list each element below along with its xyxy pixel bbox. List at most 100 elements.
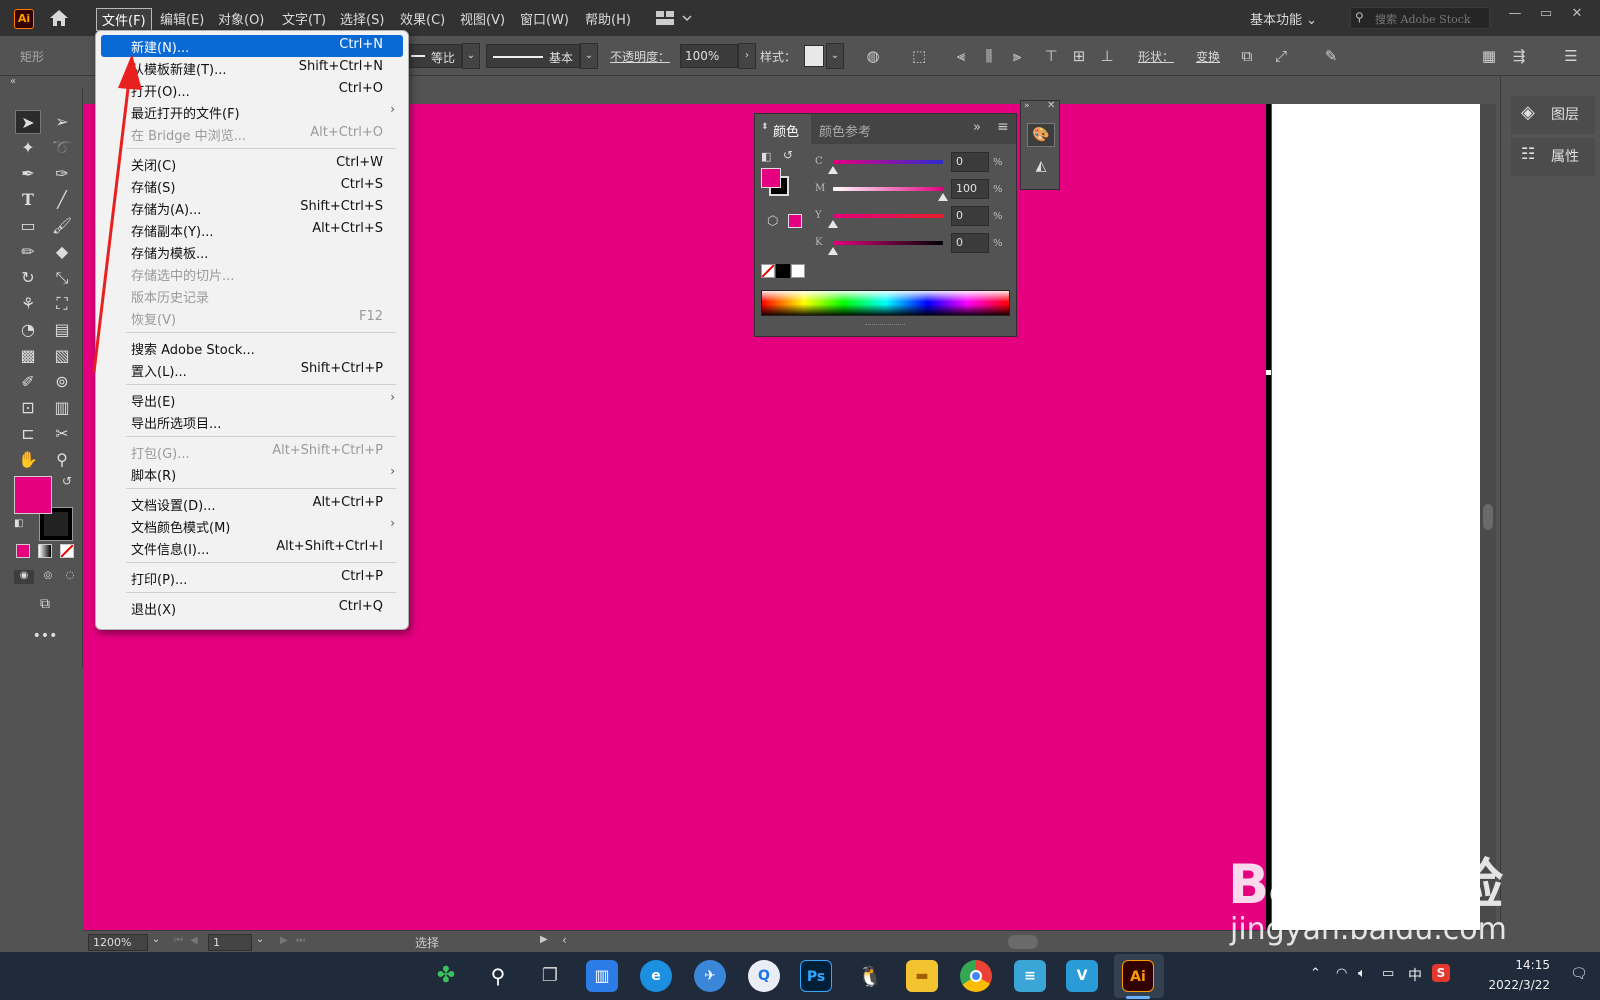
prev-artboard-icon[interactable]: ◀ — [190, 935, 198, 946]
zoom-level-input[interactable]: 1200% — [88, 934, 148, 951]
qq-icon[interactable]: 🐧 — [854, 960, 886, 992]
file-menu-item[interactable]: 导出所选项目... — [101, 411, 403, 433]
align-middle-v-icon[interactable]: ⊞ — [1068, 45, 1090, 67]
swap-fill-stroke-icon[interactable]: ↺ — [62, 474, 72, 488]
tray-chevron-icon[interactable]: ⌃ — [1310, 966, 1321, 981]
mesh-tool-icon[interactable]: ▩ — [15, 344, 41, 368]
clock-date[interactable]: 2022/3/22 — [1470, 978, 1550, 992]
slice-tool-icon[interactable]: ✂ — [49, 422, 75, 446]
file-menu-item[interactable]: 退出(X) Ctrl+Q — [101, 597, 403, 619]
direct-selection-tool-icon[interactable]: ➢ — [49, 110, 75, 134]
wifi-icon[interactable]: ◠ — [1336, 966, 1347, 981]
last-artboard-icon[interactable]: ⏭ — [296, 935, 305, 946]
file-menu-item[interactable]: 文件信息(I)... Alt+Shift+Ctrl+I — [101, 537, 403, 559]
align-center-h-icon[interactable]: ⫼ — [978, 45, 1000, 67]
ime-indicator[interactable]: 中 — [1408, 965, 1422, 985]
vertical-scrollbar[interactable] — [1480, 104, 1496, 930]
expand-icon[interactable]: ⤢ — [1270, 45, 1292, 67]
close-button[interactable]: ✕ — [1568, 6, 1586, 24]
recolor-artwork-icon[interactable]: ◍ — [862, 45, 884, 67]
arrange-icon[interactable]: ⇶ — [1508, 45, 1530, 67]
fill-color-swatch[interactable] — [14, 476, 52, 514]
slider-thumb-k[interactable] — [828, 247, 838, 255]
lasso-tool-icon[interactable]: ➰ — [49, 136, 75, 160]
gradient-tool-icon[interactable]: ▧ — [49, 344, 75, 368]
illustrator-taskbar-icon[interactable]: Ai — [1122, 960, 1154, 992]
menu-file[interactable]: 文件(F) — [96, 8, 152, 31]
tab-color-guide[interactable]: 颜色参考 — [819, 121, 871, 140]
menu-object[interactable]: 对象(O) — [218, 9, 264, 28]
menu-window[interactable]: 窗口(W) — [520, 9, 569, 28]
volume-icon[interactable]: 🔈︎ — [1358, 966, 1366, 981]
align-top-icon[interactable]: ⊤ — [1040, 45, 1062, 67]
line-tool-icon[interactable]: ╱ — [49, 188, 75, 212]
feishu-icon[interactable]: ✈ — [694, 960, 726, 992]
menu-type[interactable]: 文字(T) — [282, 9, 326, 28]
puppet-warp-icon[interactable]: ✎ — [1320, 45, 1342, 67]
notification-icon[interactable]: 🗨︎ — [1570, 966, 1588, 982]
sogou-ime-icon[interactable]: S — [1432, 964, 1450, 982]
home-icon[interactable] — [48, 8, 70, 28]
slider-thumb-y[interactable] — [828, 220, 838, 228]
align-right-icon[interactable]: ⫸ — [1006, 45, 1028, 67]
align-to-icon[interactable]: ⬚ — [908, 45, 930, 67]
opacity-label[interactable]: 不透明度： — [610, 48, 670, 65]
properties-panel-button[interactable]: ☷ 属性 — [1511, 138, 1595, 176]
menu-select[interactable]: 选择(S) — [340, 9, 384, 28]
isolate-icon[interactable]: ⧉ — [1236, 45, 1258, 67]
draw-normal-icon[interactable]: ◉ — [14, 570, 34, 584]
artboard-dropdown[interactable]: ⌄ — [252, 934, 268, 951]
stroke-profile-dropdown[interactable]: ⌄ — [462, 43, 480, 69]
file-menu-item[interactable]: 打印(P)... Ctrl+P — [101, 567, 403, 589]
zoom-dropdown[interactable]: ⌄ — [148, 934, 164, 951]
shape-builder-tool-icon[interactable]: ◔ — [15, 318, 41, 342]
browser-e-icon[interactable]: e — [640, 960, 672, 992]
file-menu-item[interactable]: 文档设置(D)... Alt+Ctrl+P — [101, 493, 403, 515]
selection-tool-icon[interactable]: ➤ — [15, 110, 41, 134]
opacity-arrow[interactable]: › — [738, 43, 756, 69]
draw-behind-icon[interactable]: ◎ — [38, 570, 58, 584]
first-artboard-icon[interactable]: ⏮ — [174, 935, 183, 946]
slider-track-m[interactable] — [833, 187, 943, 191]
panel-menu-icon[interactable]: ≡ — [997, 119, 1009, 135]
scroll-left-icon[interactable]: ‹ — [562, 933, 567, 947]
color-mode-icon[interactable] — [16, 544, 30, 558]
photoshop-icon[interactable]: Ps — [800, 960, 832, 992]
default-colors-icon[interactable]: ◧ — [761, 150, 771, 163]
slider-thumb-m[interactable] — [938, 193, 948, 201]
minimize-button[interactable]: — — [1506, 6, 1524, 24]
free-transform-tool-icon[interactable]: ⛶ — [49, 292, 75, 316]
slider-track-y[interactable] — [833, 214, 943, 218]
start-button-icon[interactable]: ✤ — [430, 960, 462, 992]
default-fill-stroke-icon[interactable]: ◧ — [14, 518, 23, 529]
shaper-tool-icon[interactable]: ✏ — [15, 240, 41, 264]
clock-time[interactable]: 14:15 — [1480, 958, 1550, 972]
shape-label[interactable]: 形状： — [1138, 48, 1174, 65]
file-menu-item[interactable]: 脚本(R) › — [101, 463, 403, 485]
menu-edit[interactable]: 编辑(E) — [160, 9, 204, 28]
menu-effect[interactable]: 效果(C) — [400, 9, 445, 28]
none-color-swatch[interactable] — [761, 264, 775, 278]
status-menu-arrow[interactable]: ▶ — [540, 934, 548, 945]
scale-tool-icon[interactable]: ⤡ — [49, 266, 75, 290]
tab-color[interactable]: ⬍ 颜色 — [755, 114, 811, 144]
none-mode-icon[interactable] — [60, 544, 74, 558]
next-artboard-icon[interactable]: ▶ — [280, 935, 288, 946]
arrange-documents-icon[interactable] — [656, 10, 696, 26]
file-menu-item[interactable]: 导出(E) › — [101, 389, 403, 411]
slider-track-k[interactable] — [833, 241, 943, 245]
task-view-icon[interactable]: ❐ — [534, 960, 566, 992]
chrome-icon[interactable] — [960, 960, 992, 992]
expand-panel-icon[interactable]: » — [973, 120, 981, 135]
symbol-sprayer-tool-icon[interactable]: ⊡ — [15, 396, 41, 420]
menu-lines-icon[interactable]: ☰ — [1560, 45, 1582, 67]
horizontal-scroll-thumb[interactable] — [1008, 935, 1038, 949]
blend-tool-icon[interactable]: ⊚ — [49, 370, 75, 394]
color-spectrum-ramp[interactable] — [761, 290, 1010, 316]
widgets-icon[interactable]: ▥ — [586, 960, 618, 992]
align-bottom-icon[interactable]: ⊥ — [1096, 45, 1118, 67]
slider-value-m[interactable]: 100 — [951, 179, 989, 199]
eraser-tool-icon[interactable]: ◆ — [49, 240, 75, 264]
black-swatch[interactable] — [776, 264, 790, 278]
perspective-grid-tool-icon[interactable]: ▤ — [49, 318, 75, 342]
